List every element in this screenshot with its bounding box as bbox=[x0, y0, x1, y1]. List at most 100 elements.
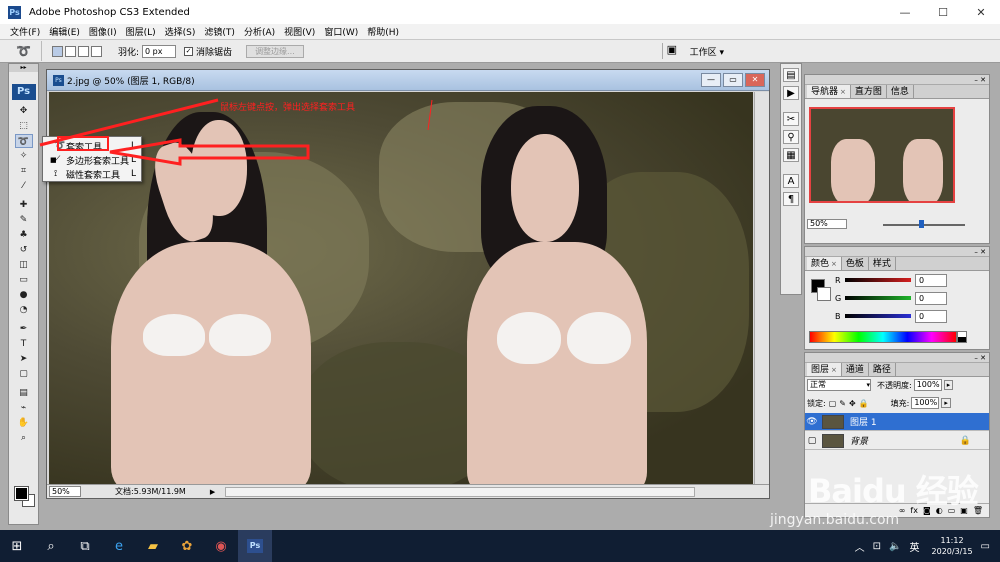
layer-visibility-eye-icon[interactable]: 👁 bbox=[805, 417, 819, 427]
navigator-preview[interactable] bbox=[809, 107, 955, 203]
tab-close-icon[interactable]: × bbox=[840, 88, 846, 96]
clone-stamp-icon[interactable]: ♣ bbox=[15, 228, 33, 242]
intersect-selection-mode[interactable] bbox=[91, 45, 102, 57]
blue-value-input[interactable]: 0 bbox=[915, 309, 947, 323]
green-value-input[interactable]: 0 bbox=[915, 291, 947, 305]
layer-name[interactable]: 背景 bbox=[850, 434, 868, 447]
ime-language-indicator[interactable]: 英 bbox=[910, 539, 920, 554]
hand-tool-icon[interactable]: ✋ bbox=[15, 416, 33, 430]
paint-app-icon[interactable]: ✿ bbox=[170, 530, 204, 562]
workspace-menu[interactable]: 工作区 ▾ bbox=[690, 45, 724, 58]
black-white-ramp[interactable] bbox=[957, 331, 967, 343]
navigator-zoom-field[interactable]: 50% bbox=[807, 219, 847, 229]
blend-mode-select[interactable]: 正常 ▾ bbox=[807, 379, 871, 391]
lock-position-icon[interactable]: ✥ bbox=[849, 399, 856, 408]
new-group-icon[interactable]: ▭ bbox=[948, 506, 956, 515]
file-explorer-icon[interactable]: ▰ bbox=[136, 530, 170, 562]
show-hidden-icons-icon[interactable]: ︿ bbox=[855, 539, 865, 554]
flyout-magnetic-lasso-tool[interactable]: ⟟ 磁性套索工具 L bbox=[43, 167, 141, 181]
notes-tool-icon[interactable]: ▤ bbox=[15, 386, 33, 400]
healing-brush-icon[interactable]: ✚ bbox=[15, 198, 33, 212]
tab-paths[interactable]: 路径 bbox=[869, 363, 896, 376]
link-layers-icon[interactable]: ∞ bbox=[899, 506, 906, 515]
network-icon[interactable]: ⊡ bbox=[873, 541, 881, 552]
fill-input[interactable]: 100% bbox=[911, 397, 940, 409]
panel-header[interactable]: – ✕ bbox=[805, 247, 989, 257]
brushes-panel-icon[interactable]: ⚲ bbox=[783, 130, 799, 144]
fill-arrow-icon[interactable]: ▸ bbox=[941, 398, 951, 408]
doc-minimize-button[interactable]: — bbox=[701, 73, 721, 87]
panel-controls-icon[interactable]: – ✕ bbox=[974, 75, 986, 85]
tool-preset-picker[interactable]: ➰ bbox=[6, 41, 42, 61]
close-button[interactable]: ✕ bbox=[962, 0, 1000, 24]
eyedropper-tool-icon[interactable]: ⌁ bbox=[15, 401, 33, 415]
taskbar-clock[interactable]: 11:12 2020/3/15 bbox=[932, 535, 973, 557]
volume-icon[interactable]: 🔈 bbox=[889, 541, 901, 552]
flyout-lasso-tool[interactable]: ➰ 套索工具 L bbox=[43, 139, 141, 153]
marquee-tool-icon[interactable]: ⬚ bbox=[15, 119, 33, 133]
document-zoom-field[interactable]: 50% bbox=[49, 486, 81, 497]
bridge-icon[interactable]: ▣ bbox=[661, 43, 684, 59]
paragraph-panel-icon[interactable]: ¶ bbox=[783, 192, 799, 206]
zoom-tool-icon[interactable]: ⌕ bbox=[15, 431, 33, 445]
lock-all-icon[interactable]: 🔒 bbox=[859, 399, 869, 408]
flyout-polygonal-lasso-tool[interactable]: ■ ⟋ 多边形套索工具 L bbox=[43, 153, 141, 167]
brush-tool-icon[interactable]: ✎ bbox=[15, 213, 33, 227]
clone-source-icon[interactable]: ▦ bbox=[783, 148, 799, 162]
panel-controls-icon[interactable]: – ✕ bbox=[974, 353, 986, 363]
document-title-bar[interactable]: Ps 2.jpg @ 50% (图层 1, RGB/8) — ▭ ✕ bbox=[47, 70, 769, 91]
color-spectrum-ramp[interactable] bbox=[809, 331, 957, 343]
red-slider[interactable] bbox=[845, 278, 911, 282]
tab-swatches[interactable]: 色板 bbox=[842, 257, 869, 270]
new-layer-icon[interactable]: ▣ bbox=[960, 506, 968, 515]
layer-row[interactable]: ▢ 背景 🔒 bbox=[805, 432, 989, 450]
pen-tool-icon[interactable]: ✒ bbox=[15, 322, 33, 336]
lock-transparency-icon[interactable]: ▢ bbox=[829, 399, 837, 408]
panel-controls-icon[interactable]: – ✕ bbox=[974, 247, 986, 257]
gradient-tool-icon[interactable]: ▭ bbox=[15, 273, 33, 287]
blur-tool-icon[interactable]: ● bbox=[15, 288, 33, 302]
panel-header[interactable]: – ✕ bbox=[805, 353, 989, 363]
menu-image[interactable]: 图像(I) bbox=[89, 25, 117, 38]
photoshop-taskbar-button[interactable]: Ps bbox=[238, 530, 272, 562]
feather-input[interactable]: 0 px bbox=[142, 44, 177, 58]
navigator-slider-thumb[interactable] bbox=[919, 220, 924, 228]
refine-edge-button[interactable]: 调整边缘... bbox=[246, 44, 304, 58]
layer-name[interactable]: 图层 1 bbox=[850, 415, 877, 428]
document-horizontal-scrollbar[interactable] bbox=[225, 486, 696, 497]
tool-presets-icon[interactable]: ✂ bbox=[783, 112, 799, 126]
tab-styles[interactable]: 样式 bbox=[869, 257, 896, 270]
lasso-tool-icon[interactable]: ➰ bbox=[14, 134, 33, 148]
menu-layer[interactable]: 图层(L) bbox=[126, 25, 156, 38]
menu-filter[interactable]: 滤镜(T) bbox=[204, 25, 235, 38]
maximize-button[interactable]: ☐ bbox=[924, 0, 962, 24]
minimize-button[interactable]: — bbox=[886, 0, 924, 24]
paint-3d-icon[interactable]: ◉ bbox=[204, 530, 238, 562]
menu-edit[interactable]: 编辑(E) bbox=[49, 25, 80, 38]
tab-info[interactable]: 信息 bbox=[887, 85, 914, 98]
menu-select[interactable]: 选择(S) bbox=[165, 25, 196, 38]
doc-close-button[interactable]: ✕ bbox=[745, 73, 765, 87]
panel-header[interactable]: – ✕ bbox=[805, 75, 989, 85]
menu-analysis[interactable]: 分析(A) bbox=[244, 25, 275, 38]
tab-color[interactable]: 颜色 × bbox=[807, 257, 842, 270]
history-panel-icon[interactable]: ▤ bbox=[783, 68, 799, 82]
image-canvas[interactable] bbox=[49, 92, 753, 485]
foreground-color-swatch[interactable] bbox=[14, 486, 29, 501]
history-brush-icon[interactable]: ↺ bbox=[15, 243, 33, 257]
edge-browser-icon[interactable]: e bbox=[102, 530, 136, 562]
blue-slider[interactable] bbox=[845, 314, 911, 318]
task-view-icon[interactable]: ⧉ bbox=[68, 530, 102, 562]
menu-help[interactable]: 帮助(H) bbox=[367, 25, 399, 38]
lock-pixels-icon[interactable]: ✎ bbox=[839, 399, 846, 408]
green-slider[interactable] bbox=[845, 296, 911, 300]
color-bg-swatch[interactable] bbox=[817, 287, 831, 301]
tab-channels[interactable]: 通道 bbox=[842, 363, 869, 376]
slice-tool-icon[interactable]: ⁄ bbox=[15, 179, 33, 193]
type-tool-icon[interactable]: T bbox=[15, 337, 33, 351]
tab-navigator[interactable]: 导航器 × bbox=[807, 85, 851, 98]
start-button-icon[interactable]: ⊞ bbox=[0, 530, 34, 562]
layer-style-icon[interactable]: fx bbox=[910, 506, 918, 515]
delete-layer-icon[interactable]: 🗑 bbox=[973, 506, 983, 515]
move-tool-icon[interactable]: ✥ bbox=[15, 104, 33, 118]
